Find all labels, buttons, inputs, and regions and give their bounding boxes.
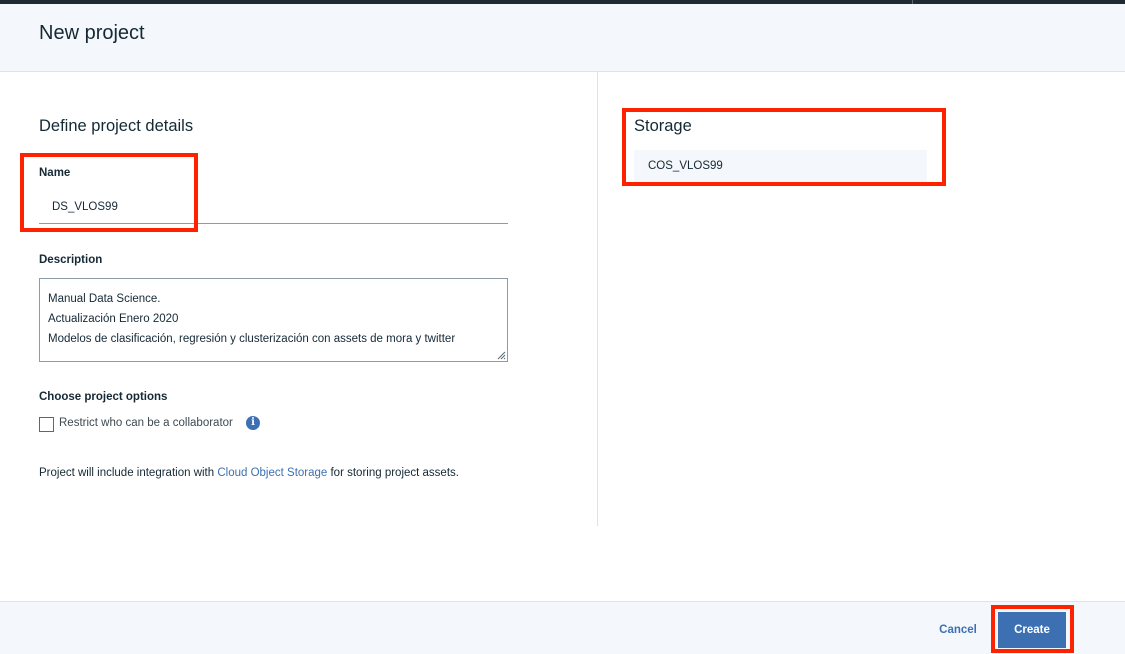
name-label: Name xyxy=(39,167,71,179)
create-button[interactable]: Create xyxy=(998,612,1066,648)
integration-suffix: for storing project assets. xyxy=(327,467,459,479)
storage-heading: Storage xyxy=(634,117,692,135)
info-icon[interactable]: i xyxy=(246,416,260,430)
description-line-3: Modelos de clasificación, regresión y cl… xyxy=(48,333,456,345)
restrict-collaborator-checkbox[interactable] xyxy=(39,417,54,432)
description-line-1: Manual Data Science. xyxy=(48,293,161,305)
integration-note: Project will include integration with Cl… xyxy=(39,467,459,479)
cloud-object-storage-link[interactable]: Cloud Object Storage xyxy=(217,467,327,479)
description-line-2: Actualización Enero 2020 xyxy=(48,313,179,325)
description-textarea[interactable]: Manual Data Science. Actualización Enero… xyxy=(39,278,508,362)
description-label: Description xyxy=(39,254,103,266)
page-header: New project xyxy=(0,4,1125,72)
resize-handle-icon[interactable] xyxy=(496,350,506,360)
page-title: New project xyxy=(39,22,145,44)
define-details-heading: Define project details xyxy=(39,117,194,135)
integration-prefix: Project will include integration with xyxy=(39,467,218,479)
project-name-input[interactable] xyxy=(39,190,508,224)
cancel-button[interactable]: Cancel xyxy=(928,612,988,648)
restrict-collaborator-label[interactable]: Restrict who can be a collaborator xyxy=(59,417,233,429)
storage-selector[interactable]: COS_VLOS99 xyxy=(634,150,927,182)
project-options-label: Choose project options xyxy=(39,391,168,403)
